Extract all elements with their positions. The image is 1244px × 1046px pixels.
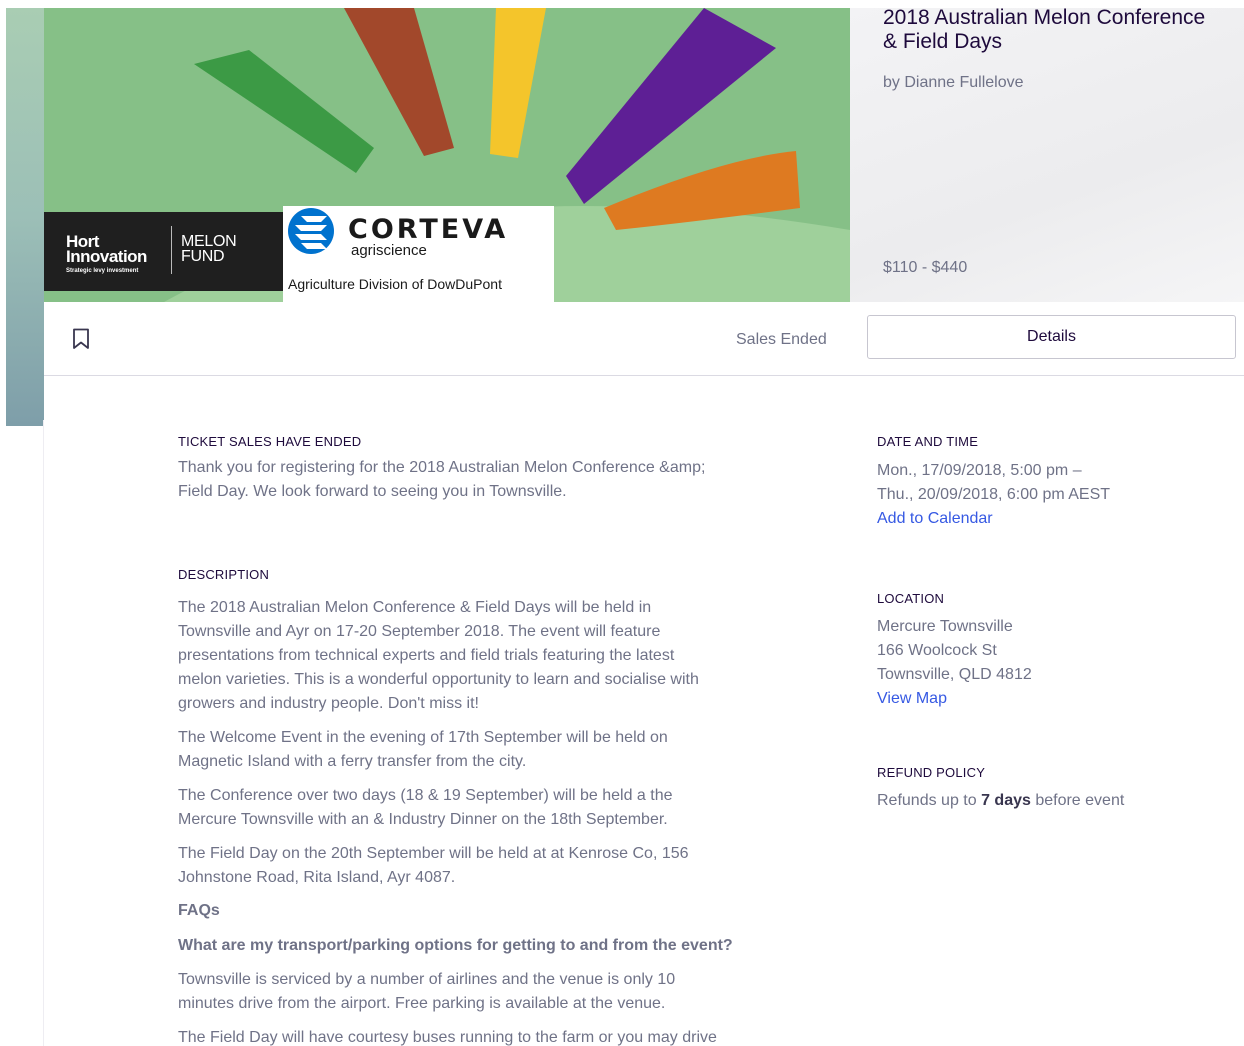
faq-question: What are my transport/parking options fo… [178, 937, 733, 954]
left-background-strip [6, 8, 44, 426]
date-range: Mon., 17/09/2018, 5:00 pm – Thu., 20/09/… [877, 459, 1207, 507]
description-line: growers and industry people. Don't miss … [178, 695, 479, 712]
welcome-line: The Welcome Event in the evening of 17th… [178, 729, 668, 746]
description-line: melon varieties. This is a wonderful opp… [178, 671, 699, 688]
description-line: presentations from technical experts and… [178, 647, 675, 664]
hort-melon-logo: Hort Innovation Strategic levy investmen… [44, 212, 283, 291]
event-summary-panel: 2018 Australian Melon Conference & Field… [850, 6, 1244, 302]
logo-divider [171, 226, 172, 274]
price-range: $110 - $440 [883, 259, 968, 276]
venue-name: Mercure Townsville [877, 618, 1013, 635]
action-bar: Sales Ended Details [44, 302, 1244, 376]
conference-paragraph: The Conference over two days (18 & 19 Se… [178, 784, 778, 832]
refund-suffix: before event [1030, 792, 1125, 809]
refund-policy-heading: REFUND POLICY [877, 765, 986, 780]
melon-line2: FUND [181, 248, 225, 265]
description-line: The 2018 Australian Melon Conference & F… [178, 599, 652, 616]
main-content: TICKET SALES HAVE ENDED Thank you for re… [178, 434, 778, 1046]
date-start: Mon., 17/09/2018, 5:00 pm – [877, 462, 1082, 479]
corteva-logo: CORTEVA agriscience Agriculture Division… [283, 206, 554, 302]
view-map-link[interactable]: View Map [877, 687, 1207, 711]
refund-policy-text: Refunds up to 7 days before event [877, 789, 1207, 813]
faqs-heading: FAQs [178, 902, 220, 919]
conference-line: Mercure Townsville with an & Industry Di… [178, 811, 668, 828]
ticket-message: Thank you for registering for the 2018 A… [178, 456, 778, 504]
add-to-calendar-link[interactable]: Add to Calendar [877, 507, 1207, 531]
event-hero-image: Hort Innovation Strategic levy investmen… [44, 8, 850, 302]
corteva-icon [288, 208, 334, 254]
location-address: Mercure Townsville 166 Woolcock St Towns… [877, 615, 1207, 687]
details-button[interactable]: Details [867, 315, 1236, 359]
left-divider [43, 420, 44, 1046]
hort-tagline: Strategic levy investment [66, 268, 139, 274]
organizer-name[interactable]: by Dianne Fullelove [883, 74, 1024, 92]
event-sidebar: DATE AND TIME Mon., 17/09/2018, 5:00 pm … [877, 434, 1207, 813]
description-paragraph: The 2018 Australian Melon Conference & F… [178, 596, 778, 716]
location-heading: LOCATION [877, 591, 945, 606]
welcome-line: Magnetic Island with a ferry transfer fr… [178, 753, 527, 770]
division-text: Agriculture Division of DowDuPont [288, 276, 502, 292]
refund-prefix: Refunds up to [877, 792, 982, 809]
date-time-heading: DATE AND TIME [877, 434, 979, 449]
fieldday-line: The Field Day on the 20th September will… [178, 845, 689, 862]
ticket-line: Thank you for registering for the 2018 A… [178, 459, 706, 476]
sales-status: Sales Ended [736, 331, 827, 348]
event-title: 2018 Australian Melon Conference & Field… [883, 6, 1206, 53]
conference-line: The Conference over two days (18 & 19 Se… [178, 787, 673, 804]
faq-answer-cut-line: The Field Day will have courtesy buses r… [178, 1029, 717, 1046]
melon-line1: MELON [181, 233, 237, 250]
hort-line2: Innovation [66, 247, 147, 266]
faq-answer-line: minutes drive from the airport. Free par… [178, 995, 666, 1012]
fieldday-paragraph: The Field Day on the 20th September will… [178, 842, 778, 890]
faq-answer-line: Townsville is serviced by a number of ai… [178, 971, 676, 988]
corteva-subtitle: agriscience [351, 242, 427, 259]
refund-days: 7 days [981, 792, 1031, 809]
bookmark-icon[interactable] [72, 328, 90, 350]
corteva-wordmark: CORTEVA [348, 214, 509, 245]
description-heading: DESCRIPTION [178, 567, 270, 582]
welcome-paragraph: The Welcome Event in the evening of 17th… [178, 726, 778, 774]
street-address: 166 Woolcock St [877, 642, 997, 659]
faq-answer: Townsville is serviced by a number of ai… [178, 968, 778, 1016]
fieldday-line: Johnstone Road, Rita Island, Ayr 4087. [178, 869, 456, 886]
description-line: Townsville and Ayr on 17-20 September 20… [178, 623, 661, 640]
ticket-line: Field Day. We look forward to seeing you… [178, 483, 567, 500]
city-address: Townsville, QLD 4812 [877, 666, 1032, 683]
ticket-sales-heading: TICKET SALES HAVE ENDED [178, 434, 362, 449]
date-end: Thu., 20/09/2018, 6:00 pm AEST [877, 486, 1111, 503]
